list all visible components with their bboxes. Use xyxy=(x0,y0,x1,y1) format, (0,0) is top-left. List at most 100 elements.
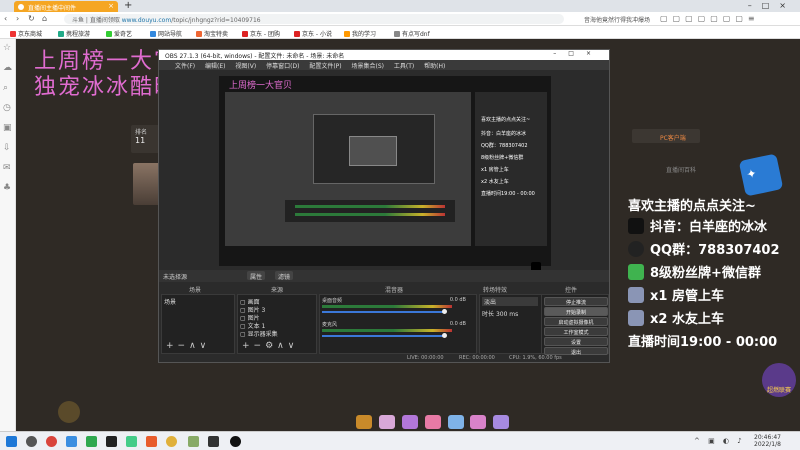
cloud-icon[interactable]: ☁ xyxy=(3,63,12,73)
search-icon[interactable]: ⌕ xyxy=(3,83,8,93)
home-icon[interactable]: ⌂ xyxy=(42,14,47,23)
shop-icon[interactable]: ▣ xyxy=(3,123,12,133)
preview-follow-text: 喜欢主播的点点关注~ xyxy=(481,117,531,123)
transition-duration[interactable]: 时长 300 ms xyxy=(482,309,518,318)
mic-volume-knob[interactable] xyxy=(442,333,447,338)
star-icon[interactable]: ☆ xyxy=(3,43,11,53)
bookmark-item[interactable]: 网站导航 xyxy=(150,29,182,38)
mixer-desktop-name: 桌面音频 xyxy=(322,298,343,304)
download-icon[interactable]: ⇩ xyxy=(3,143,11,153)
client-badge[interactable]: PC客户端 xyxy=(660,133,686,142)
obs-window-controls[interactable]: –□× xyxy=(553,50,603,57)
transition-select[interactable]: 淡出 xyxy=(482,297,538,306)
reload-icon[interactable]: ↻ xyxy=(28,14,35,23)
room-wiki-label[interactable]: 直播间百科 xyxy=(666,165,696,174)
gift-icon[interactable] xyxy=(470,415,487,429)
scene-tools[interactable]: +−∧∨ xyxy=(166,341,210,351)
bookmark-item[interactable]: 京东 - 团购 xyxy=(242,29,280,38)
start-recording-button[interactable]: 开始录制 xyxy=(544,307,608,316)
bookmark-item[interactable]: 京东商城 xyxy=(10,29,42,38)
bookmark-item[interactable]: 京东 - 小说 xyxy=(294,29,332,38)
virtual-camera-button[interactable]: 启动虚拟摄像机 xyxy=(544,317,608,326)
gift-icon[interactable] xyxy=(378,415,395,429)
wechat-icon xyxy=(628,264,644,280)
gift-bar xyxy=(356,415,536,431)
douyin-line: 抖音：白羊座的冰冰 xyxy=(628,216,767,235)
taskbar-clock[interactable]: 20:46:47 2022/1/8 xyxy=(754,434,781,448)
obs-menu-bar[interactable]: 文件(F) 编辑(E) 视图(V) 停靠窗口(D) 配置文件(P) 场景集合(S… xyxy=(159,60,609,70)
bookmark-item[interactable]: 有点写dnf xyxy=(394,29,430,38)
properties-button[interactable]: 属性 xyxy=(247,271,266,281)
league-mascot-icon[interactable]: 超燃联赛 xyxy=(762,363,796,397)
system-tray[interactable]: ^ ▣ ◐ ♪ xyxy=(694,437,745,445)
mixer-mic-name: 麦克风 xyxy=(322,322,338,328)
history-icon[interactable]: ◷ xyxy=(3,103,11,113)
new-tab-icon[interactable]: + xyxy=(124,0,132,11)
preview-live-time-text: 直播时间19:00 - 00:00 xyxy=(481,191,535,197)
desktop-volume-knob[interactable] xyxy=(442,309,447,314)
browser-tab-active[interactable]: 直播间主播中间件 × xyxy=(14,1,118,12)
nested-meter xyxy=(295,205,445,208)
stop-streaming-button[interactable]: 停止推流 xyxy=(544,297,608,306)
live-time-text: 直播时间19:00 - 00:00 xyxy=(628,335,778,350)
app-icon[interactable] xyxy=(208,436,219,447)
bookmark-item[interactable]: 我的学习 xyxy=(344,29,376,38)
window-controls[interactable]: –□× xyxy=(748,1,796,10)
corner-avatar xyxy=(58,401,80,423)
browser-icon[interactable] xyxy=(46,436,57,447)
filters-button[interactable]: 滤镜 xyxy=(275,271,294,281)
url-prefix: 斗鱼 | 直播间领取 xyxy=(72,17,120,24)
settings-button[interactable]: 设置 xyxy=(544,337,608,346)
app-icon[interactable] xyxy=(166,436,177,447)
gift-icon[interactable] xyxy=(493,415,510,429)
douyin-icon xyxy=(628,218,644,234)
search-hint[interactable]: 音海他竟然行得我冲爆场 xyxy=(584,15,650,24)
app-icon[interactable] xyxy=(66,436,77,447)
obs-source-toolbar: 未选择源 属性 滤镜 xyxy=(159,270,609,282)
nvidia-icon[interactable] xyxy=(106,436,117,447)
app-icon[interactable] xyxy=(188,436,199,447)
gift-icon[interactable] xyxy=(424,415,441,429)
gift-icon[interactable] xyxy=(447,415,464,429)
studio-mode-button[interactable]: 工作室模式 xyxy=(544,327,608,336)
obs-taskbar-icon[interactable] xyxy=(230,436,241,447)
follow-text: 喜欢主播的点点关注~ xyxy=(628,199,756,214)
tab-close-icon[interactable]: × xyxy=(108,2,114,10)
extension-icons[interactable]: ▢▢▢▢▢▢▢≡ xyxy=(660,14,760,23)
source-tools[interactable]: +−⚙∧∨ xyxy=(242,341,298,351)
obs-title-bar: OBS 27.1.3 (64-bit, windows) - 配置文件: 未命名… xyxy=(159,50,609,60)
fans-line: 8级粉丝牌+微信群 xyxy=(628,262,761,281)
clock-date: 2022/1/8 xyxy=(754,441,781,448)
mixer-header: 混音器 xyxy=(385,287,404,294)
source-item[interactable]: ▢ 显示器采集 xyxy=(240,329,278,338)
scene-item[interactable]: 场景 xyxy=(164,297,176,306)
status-live: LIVE: 00:00:00 xyxy=(407,355,444,361)
back-icon[interactable]: ‹ xyxy=(4,14,7,23)
mic-volume-slider[interactable] xyxy=(322,335,444,337)
qq-icon xyxy=(628,241,644,257)
app-icon[interactable] xyxy=(126,436,137,447)
app-icon[interactable] xyxy=(146,436,157,447)
forward-icon[interactable]: › xyxy=(16,14,19,23)
wechat-icon[interactable] xyxy=(86,436,97,447)
gift-icon[interactable] xyxy=(401,415,418,429)
address-bar[interactable]: 斗鱼 | 直播间领取 www.douyu.com/topic/jnhgngz?r… xyxy=(64,14,564,24)
sources-dock: ▢ 画面 ▢ 图片 3 ▢ 图片 ▢ 文本 1 ▢ 显示器采集 +−⚙∧∨ xyxy=(237,294,317,354)
game-icon[interactable]: ♣ xyxy=(3,183,11,193)
obs-preview[interactable]: 上周榜一大官贝 喜欢主播的点点关注~ 抖音：白羊座的冰冰 QQ群：7883074… xyxy=(219,76,551,272)
preview-fans-text: 8级粉丝牌+微信群 xyxy=(481,155,524,161)
desktop-volume-slider[interactable] xyxy=(322,311,444,313)
tab-favicon-icon xyxy=(18,4,24,10)
start-icon[interactable] xyxy=(6,436,17,447)
transitions-dock: 淡出 时长 300 ms xyxy=(479,294,543,354)
dock-headers: 场景 来源 混音器 转场特效 控件 xyxy=(159,285,609,294)
steam-icon[interactable] xyxy=(26,436,37,447)
nested-preview-inner xyxy=(349,136,397,166)
bookmark-item[interactable]: 爱奇艺 xyxy=(106,29,132,38)
gift-icon[interactable] xyxy=(356,415,372,429)
message-icon[interactable]: ✉ xyxy=(3,163,11,173)
bookmark-item[interactable]: 淘宝特卖 xyxy=(196,29,228,38)
mic-meter xyxy=(322,329,452,332)
bookmark-item[interactable]: 携程旅游 xyxy=(58,29,90,38)
browser-sidebar: ☆ ☁ ⌕ ◷ ▣ ⇩ ✉ ♣ xyxy=(0,39,16,431)
